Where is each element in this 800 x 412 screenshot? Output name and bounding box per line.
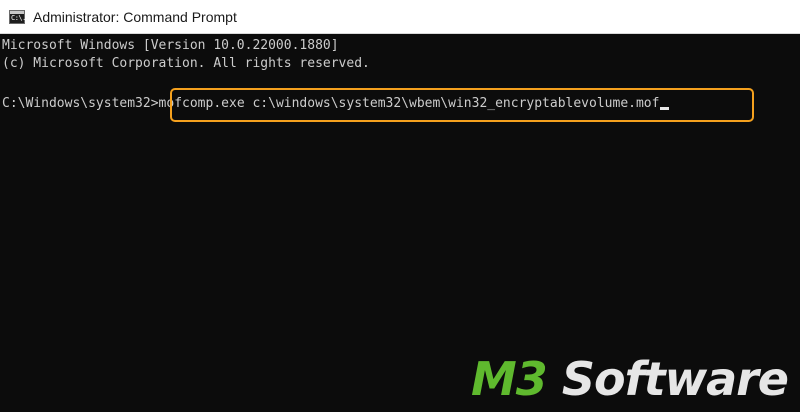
prompt-text: C:\Windows\system32> <box>2 96 159 111</box>
command-highlight-box <box>170 88 754 122</box>
watermark-part2: Software <box>546 352 789 406</box>
command-prompt-icon: C:\. <box>9 10 26 24</box>
copyright-line: (c) Microsoft Corporation. All rights re… <box>2 56 370 71</box>
watermark-part1: M3 <box>471 352 548 406</box>
brand-watermark: M3 Software <box>471 352 789 406</box>
window-title: Administrator: Command Prompt <box>33 9 237 25</box>
command-prompt-window: C:\. Administrator: Command Prompt Micro… <box>0 0 800 412</box>
title-bar[interactable]: C:\. Administrator: Command Prompt <box>0 0 800 34</box>
version-line: Microsoft Windows [Version 10.0.22000.18… <box>2 38 339 53</box>
